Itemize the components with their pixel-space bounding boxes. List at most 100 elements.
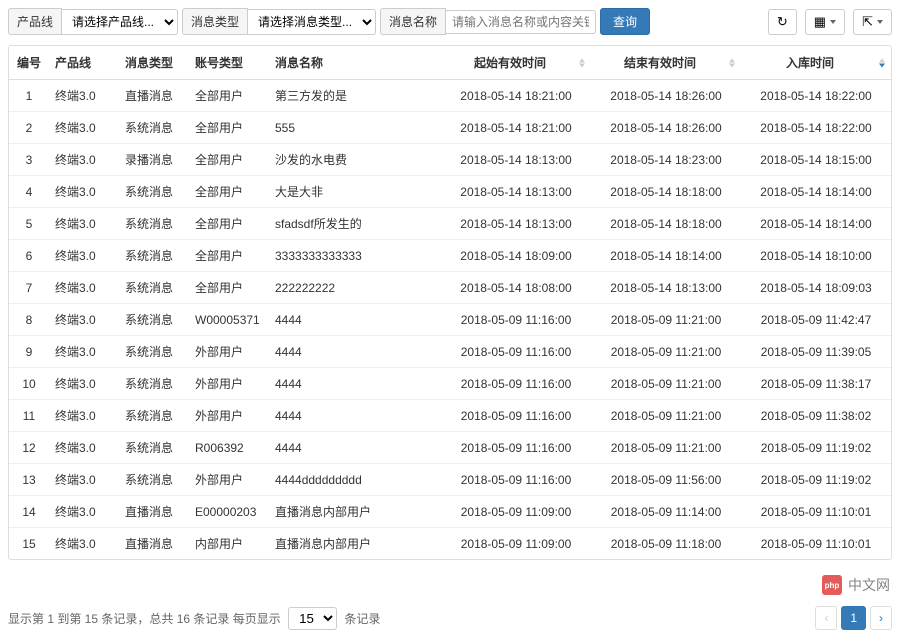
pagination-info-suffix: 条记录	[344, 612, 380, 626]
cell-name: 222222222	[269, 272, 441, 304]
cell-no: 4	[9, 176, 49, 208]
cell-end: 2018-05-14 18:14:00	[591, 240, 741, 272]
table-row[interactable]: 10终端3.0系统消息外部用户44442018-05-09 11:16:0020…	[9, 368, 891, 400]
table-row[interactable]: 12终端3.0系统消息R00639244442018-05-09 11:16:0…	[9, 432, 891, 464]
cell-product: 终端3.0	[49, 400, 119, 432]
cell-store: 2018-05-09 11:38:02	[741, 400, 891, 432]
cell-store: 2018-05-09 11:38:17	[741, 368, 891, 400]
page-size-select[interactable]: 15	[288, 607, 337, 630]
cell-account: 全部用户	[189, 144, 269, 176]
table-row[interactable]: 4终端3.0系统消息全部用户大是大非2018-05-14 18:13:00201…	[9, 176, 891, 208]
cell-product: 终端3.0	[49, 496, 119, 528]
export-icon	[862, 14, 873, 30]
refresh-button[interactable]	[768, 9, 797, 35]
cell-name: 4444	[269, 336, 441, 368]
cell-store: 2018-05-14 18:22:00	[741, 80, 891, 112]
col-end-time-label: 结束有效时间	[624, 56, 696, 70]
cell-end: 2018-05-09 11:21:00	[591, 400, 741, 432]
cell-store: 2018-05-14 18:09:03	[741, 272, 891, 304]
table-row[interactable]: 9终端3.0系统消息外部用户44442018-05-09 11:16:00201…	[9, 336, 891, 368]
table-row[interactable]: 2终端3.0系统消息全部用户5552018-05-14 18:21:002018…	[9, 112, 891, 144]
cell-name: 4444	[269, 304, 441, 336]
table-row[interactable]: 7终端3.0系统消息全部用户2222222222018-05-14 18:08:…	[9, 272, 891, 304]
cell-end: 2018-05-14 18:26:00	[591, 80, 741, 112]
query-button[interactable]: 查询	[600, 8, 650, 35]
cell-msgtype: 系统消息	[119, 176, 189, 208]
cell-end: 2018-05-14 18:18:00	[591, 208, 741, 240]
cell-name: 第三方发的是	[269, 80, 441, 112]
msgtype-select[interactable]: 请选择消息类型...	[248, 9, 376, 35]
cell-msgtype: 系统消息	[119, 336, 189, 368]
next-page-button[interactable]: ›	[870, 606, 892, 630]
pagination-info: 显示第 1 到第 15 条记录，总共 16 条记录 每页显示 15 条记录	[8, 607, 380, 630]
table-row[interactable]: 5终端3.0系统消息全部用户sfadsdf所发生的2018-05-14 18:1…	[9, 208, 891, 240]
cell-start: 2018-05-14 18:08:00	[441, 272, 591, 304]
col-end-time[interactable]: 结束有效时间	[591, 46, 741, 80]
cell-product: 终端3.0	[49, 144, 119, 176]
msgtype-filter-group: 消息类型 请选择消息类型...	[182, 8, 376, 35]
cell-product: 终端3.0	[49, 528, 119, 560]
cell-store: 2018-05-14 18:10:00	[741, 240, 891, 272]
table-row[interactable]: 11终端3.0系统消息外部用户44442018-05-09 11:16:0020…	[9, 400, 891, 432]
table-row[interactable]: 1终端3.0直播消息全部用户第三方发的是2018-05-14 18:21:002…	[9, 80, 891, 112]
sort-icon	[579, 58, 585, 67]
col-no[interactable]: 编号	[9, 46, 49, 80]
table-row[interactable]: 14终端3.0直播消息E00000203直播消息内部用户2018-05-09 1…	[9, 496, 891, 528]
cell-product: 终端3.0	[49, 272, 119, 304]
cell-no: 1	[9, 80, 49, 112]
cell-store: 2018-05-14 18:14:00	[741, 208, 891, 240]
cell-store: 2018-05-09 11:10:01	[741, 528, 891, 560]
table-row[interactable]: 13终端3.0系统消息外部用户4444ddddddddd2018-05-09 1…	[9, 464, 891, 496]
cell-store: 2018-05-09 11:42:47	[741, 304, 891, 336]
msgname-input[interactable]	[446, 10, 596, 34]
cell-no: 7	[9, 272, 49, 304]
cell-msgtype: 系统消息	[119, 272, 189, 304]
page-1-button[interactable]: 1	[841, 606, 866, 630]
data-table-wrapper: 编号 产品线 消息类型 账号类型 消息名称 起始有效时间 结束有效时间 入库时间	[8, 45, 892, 560]
cell-name: 大是大非	[269, 176, 441, 208]
cell-account: W00005371	[189, 304, 269, 336]
chevron-down-icon	[877, 20, 883, 24]
sort-icon	[879, 58, 885, 67]
col-store-time[interactable]: 入库时间	[741, 46, 891, 80]
cell-msgtype: 系统消息	[119, 304, 189, 336]
export-button[interactable]	[853, 9, 892, 35]
product-label: 产品线	[8, 8, 62, 35]
cell-product: 终端3.0	[49, 304, 119, 336]
cell-end: 2018-05-14 18:13:00	[591, 272, 741, 304]
cell-start: 2018-05-14 18:13:00	[441, 144, 591, 176]
cell-account: 内部用户	[189, 528, 269, 560]
cell-start: 2018-05-09 11:09:00	[441, 528, 591, 560]
cell-product: 终端3.0	[49, 368, 119, 400]
col-msgtype[interactable]: 消息类型	[119, 46, 189, 80]
prev-page-button[interactable]: ‹	[815, 606, 837, 630]
cell-account: R006392	[189, 432, 269, 464]
cell-product: 终端3.0	[49, 112, 119, 144]
data-table: 编号 产品线 消息类型 账号类型 消息名称 起始有效时间 结束有效时间 入库时间	[9, 46, 891, 559]
columns-button[interactable]	[805, 9, 845, 35]
cell-end: 2018-05-09 11:21:00	[591, 304, 741, 336]
sort-icon	[729, 58, 735, 67]
cell-no: 13	[9, 464, 49, 496]
cell-no: 6	[9, 240, 49, 272]
cell-account: 全部用户	[189, 176, 269, 208]
cell-name: 沙发的水电费	[269, 144, 441, 176]
col-start-time[interactable]: 起始有效时间	[441, 46, 591, 80]
cell-account: E00000203	[189, 496, 269, 528]
table-row[interactable]: 15终端3.0直播消息内部用户直播消息内部用户2018-05-09 11:09:…	[9, 528, 891, 560]
col-store-time-label: 入库时间	[786, 56, 834, 70]
cell-start: 2018-05-14 18:21:00	[441, 112, 591, 144]
table-row[interactable]: 3终端3.0录播消息全部用户沙发的水电费2018-05-14 18:13:002…	[9, 144, 891, 176]
cell-product: 终端3.0	[49, 176, 119, 208]
table-row[interactable]: 8终端3.0系统消息W0000537144442018-05-09 11:16:…	[9, 304, 891, 336]
col-product[interactable]: 产品线	[49, 46, 119, 80]
table-row[interactable]: 6终端3.0系统消息全部用户33333333333332018-05-14 18…	[9, 240, 891, 272]
cell-start: 2018-05-14 18:21:00	[441, 80, 591, 112]
col-msgname[interactable]: 消息名称	[269, 46, 441, 80]
cell-msgtype: 直播消息	[119, 528, 189, 560]
col-account[interactable]: 账号类型	[189, 46, 269, 80]
cell-no: 14	[9, 496, 49, 528]
cell-no: 8	[9, 304, 49, 336]
cell-store: 2018-05-14 18:15:00	[741, 144, 891, 176]
product-select[interactable]: 请选择产品线...	[62, 9, 178, 35]
